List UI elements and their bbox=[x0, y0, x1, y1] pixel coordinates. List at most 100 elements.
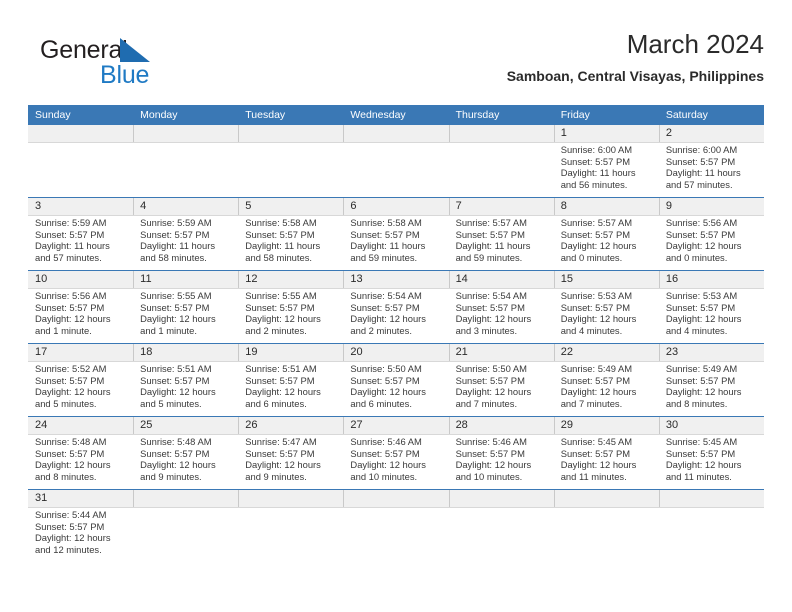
daylight-text: and 58 minutes. bbox=[245, 251, 312, 263]
day-detail: Sunrise: 5:51 AM Sunset: 5:57 PM Daylight:… bbox=[140, 363, 232, 409]
day-cell-empty bbox=[553, 490, 659, 566]
day-cell-empty bbox=[133, 125, 238, 197]
day-number bbox=[350, 125, 442, 142]
day-number: 24 bbox=[35, 419, 48, 431]
calendar-week-row: 10 Sunrise: 5:56 AM Sunset: 5:57 PM Dayligh… bbox=[28, 270, 764, 343]
sunrise-text: Sunrise: 5:58 AM bbox=[245, 217, 317, 228]
day-detail: Sunrise: 5:51 AM Sunset: 5:57 PM Daylight:… bbox=[245, 363, 337, 409]
day-cell-25[interactable]: 25 Sunrise: 5:48 AM Sunset: 5:57 PM Dayligh… bbox=[133, 417, 238, 489]
day-cell-14[interactable]: 14 Sunrise: 5:54 AM Sunset: 5:57 PM Dayligh… bbox=[448, 271, 554, 343]
sunrise-text: Sunrise: 6:00 AM bbox=[560, 144, 633, 155]
day-number bbox=[456, 125, 548, 142]
calendar-weeks: 1 Sunrise: 6:00 AM Sunset: 5:57 PM Daylight… bbox=[28, 125, 764, 566]
sunset-text: Sunset: 5:57 PM bbox=[245, 447, 315, 459]
daylight-text: and 5 minutes. bbox=[35, 397, 97, 409]
day-cell-19[interactable]: 19 Sunrise: 5:51 AM Sunset: 5:57 PM Dayligh… bbox=[238, 344, 343, 416]
day-cell-10[interactable]: 10 Sunrise: 5:56 AM Sunset: 5:57 PM Dayligh… bbox=[28, 271, 133, 343]
daylight-text: Daylight: 12 hours bbox=[665, 313, 742, 325]
daylight-text: Daylight: 12 hours bbox=[350, 386, 426, 398]
daylight-text: and 57 minutes. bbox=[35, 251, 102, 263]
day-cell-23[interactable]: 23 Sunrise: 5:49 AM Sunset: 5:57 PM Dayligh… bbox=[658, 344, 764, 416]
day-detail: Sunrise: 5:59 AM Sunset: 5:57 PM Daylight:… bbox=[35, 217, 127, 263]
day-cell-26[interactable]: 26 Sunrise: 5:47 AM Sunset: 5:57 PM Dayligh… bbox=[238, 417, 343, 489]
day-number: 15 bbox=[560, 273, 573, 285]
day-cell-empty bbox=[343, 125, 448, 197]
day-number: 29 bbox=[560, 419, 573, 431]
day-cell-7[interactable]: 7 Sunrise: 5:57 AM Sunset: 5:57 PM Daylight… bbox=[448, 198, 554, 270]
daylight-text: Daylight: 12 hours bbox=[245, 313, 321, 325]
day-number bbox=[350, 490, 442, 507]
calendar-week-row: 3 Sunrise: 5:59 AM Sunset: 5:57 PM Daylight… bbox=[28, 197, 764, 270]
day-cell-17[interactable]: 17 Sunrise: 5:52 AM Sunset: 5:57 PM Dayligh… bbox=[28, 344, 133, 416]
sunrise-text: Sunrise: 5:53 AM bbox=[560, 290, 633, 301]
sunset-text: Sunset: 5:57 PM bbox=[665, 228, 736, 240]
day-detail: Sunrise: 5:54 AM Sunset: 5:57 PM Daylight:… bbox=[456, 290, 548, 336]
day-cell-11[interactable]: 11 Sunrise: 5:55 AM Sunset: 5:57 PM Dayligh… bbox=[133, 271, 238, 343]
day-cell-15[interactable]: 15 Sunrise: 5:53 AM Sunset: 5:57 PM Dayligh… bbox=[553, 271, 659, 343]
day-cell-4[interactable]: 4 Sunrise: 5:59 AM Sunset: 5:57 PM Daylight… bbox=[133, 198, 238, 270]
day-detail: Sunrise: 5:59 AM Sunset: 5:57 PM Daylight:… bbox=[140, 217, 232, 263]
day-cell-2[interactable]: 2 Sunrise: 6:00 AM Sunset: 5:57 PM Daylight… bbox=[658, 125, 764, 197]
daylight-text: and 1 minute. bbox=[140, 324, 197, 336]
day-cell-6[interactable]: 6 Sunrise: 5:58 AM Sunset: 5:57 PM Daylight… bbox=[343, 198, 448, 270]
sunrise-text: Sunrise: 5:44 AM bbox=[35, 509, 107, 520]
day-number bbox=[666, 490, 758, 507]
daylight-text: and 0 minutes. bbox=[665, 251, 728, 263]
day-detail: Sunrise: 5:48 AM Sunset: 5:57 PM Daylight:… bbox=[35, 436, 127, 482]
week-cells: 3 Sunrise: 5:59 AM Sunset: 5:57 PM Daylight… bbox=[28, 198, 764, 270]
day-cell-30[interactable]: 30 Sunrise: 5:45 AM Sunset: 5:57 PM Dayligh… bbox=[658, 417, 764, 489]
daylight-text: Daylight: 12 hours bbox=[560, 386, 637, 398]
day-number: 31 bbox=[35, 492, 48, 504]
title-block: March 2024 Samboan, Central Visayas, Phi… bbox=[507, 28, 764, 86]
day-cell-22[interactable]: 22 Sunrise: 5:49 AM Sunset: 5:57 PM Dayligh… bbox=[553, 344, 659, 416]
day-number: 28 bbox=[455, 419, 468, 431]
weekday-header-monday: Monday bbox=[140, 109, 178, 121]
daylight-text: and 9 minutes. bbox=[245, 470, 307, 482]
day-cell-empty bbox=[133, 490, 238, 566]
day-number: 10 bbox=[35, 273, 48, 285]
daylight-text: Daylight: 12 hours bbox=[140, 313, 216, 325]
day-cell-8[interactable]: 8 Sunrise: 5:57 AM Sunset: 5:57 PM Daylight… bbox=[553, 198, 659, 270]
daylight-text: and 57 minutes. bbox=[665, 178, 733, 190]
sunset-text: Sunset: 5:57 PM bbox=[455, 447, 525, 459]
day-cell-9[interactable]: 9 Sunrise: 5:56 AM Sunset: 5:57 PM Daylight… bbox=[658, 198, 764, 270]
day-cell-1[interactable]: 1 Sunrise: 6:00 AM Sunset: 5:57 PM Daylight… bbox=[553, 125, 659, 197]
day-cell-20[interactable]: 20 Sunrise: 5:50 AM Sunset: 5:57 PM Dayligh… bbox=[343, 344, 448, 416]
week-cells: 24 Sunrise: 5:48 AM Sunset: 5:57 PM Dayligh… bbox=[28, 417, 764, 489]
sunrise-text: Sunrise: 5:45 AM bbox=[665, 436, 738, 447]
day-cell-16[interactable]: 16 Sunrise: 5:53 AM Sunset: 5:57 PM Dayligh… bbox=[658, 271, 764, 343]
day-cell-5[interactable]: 5 Sunrise: 5:58 AM Sunset: 5:57 PM Daylight… bbox=[238, 198, 343, 270]
day-cell-24[interactable]: 24 Sunrise: 5:48 AM Sunset: 5:57 PM Dayligh… bbox=[28, 417, 133, 489]
daylight-text: and 58 minutes. bbox=[140, 251, 207, 263]
sunset-text: Sunset: 5:57 PM bbox=[455, 228, 525, 240]
day-cell-21[interactable]: 21 Sunrise: 5:50 AM Sunset: 5:57 PM Dayligh… bbox=[448, 344, 554, 416]
sunrise-text: Sunrise: 5:52 AM bbox=[35, 363, 107, 374]
day-number: 23 bbox=[665, 346, 679, 358]
day-cell-empty bbox=[28, 125, 133, 197]
day-cell-29[interactable]: 29 Sunrise: 5:45 AM Sunset: 5:57 PM Dayligh… bbox=[553, 417, 659, 489]
day-cell-27[interactable]: 27 Sunrise: 5:46 AM Sunset: 5:57 PM Dayligh… bbox=[343, 417, 448, 489]
calendar-grid: Sunday Monday Tuesday Wednesday Thursday Frid… bbox=[28, 105, 764, 566]
daylight-text: and 2 minutes. bbox=[245, 324, 307, 336]
sunrise-text: Sunrise: 5:54 AM bbox=[350, 290, 422, 301]
day-cell-12[interactable]: 12 Sunrise: 5:55 AM Sunset: 5:57 PM Dayligh… bbox=[238, 271, 343, 343]
page-title: March 2024 bbox=[626, 29, 764, 59]
daylight-text: and 6 minutes. bbox=[350, 397, 412, 409]
week-cells: 17 Sunrise: 5:52 AM Sunset: 5:57 PM Dayligh… bbox=[28, 344, 764, 416]
day-cell-31[interactable]: 31 Sunrise: 5:44 AM Sunset: 5:57 PM Dayligh… bbox=[28, 490, 133, 566]
sunset-text: Sunset: 5:57 PM bbox=[665, 374, 736, 386]
daylight-text: and 12 minutes. bbox=[35, 543, 102, 555]
day-number: 12 bbox=[245, 273, 258, 285]
day-cell-empty bbox=[238, 125, 343, 197]
day-cell-13[interactable]: 13 Sunrise: 5:54 AM Sunset: 5:57 PM Dayligh… bbox=[343, 271, 448, 343]
sunrise-text: Sunrise: 5:55 AM bbox=[245, 290, 317, 301]
day-cell-3[interactable]: 3 Sunrise: 5:59 AM Sunset: 5:57 PM Daylight… bbox=[28, 198, 133, 270]
day-detail: Sunrise: 5:44 AM Sunset: 5:57 PM Daylight:… bbox=[35, 509, 127, 555]
day-cell-28[interactable]: 28 Sunrise: 5:46 AM Sunset: 5:57 PM Dayligh… bbox=[448, 417, 554, 489]
sunrise-text: Sunrise: 5:59 AM bbox=[35, 217, 107, 228]
day-cell-18[interactable]: 18 Sunrise: 5:51 AM Sunset: 5:57 PM Dayligh… bbox=[133, 344, 238, 416]
sunrise-text: Sunrise: 5:48 AM bbox=[140, 436, 212, 447]
day-number: 27 bbox=[350, 419, 363, 431]
general-blue-logo[interactable]: General Blue bbox=[40, 36, 260, 94]
daylight-text: and 6 minutes. bbox=[245, 397, 307, 409]
